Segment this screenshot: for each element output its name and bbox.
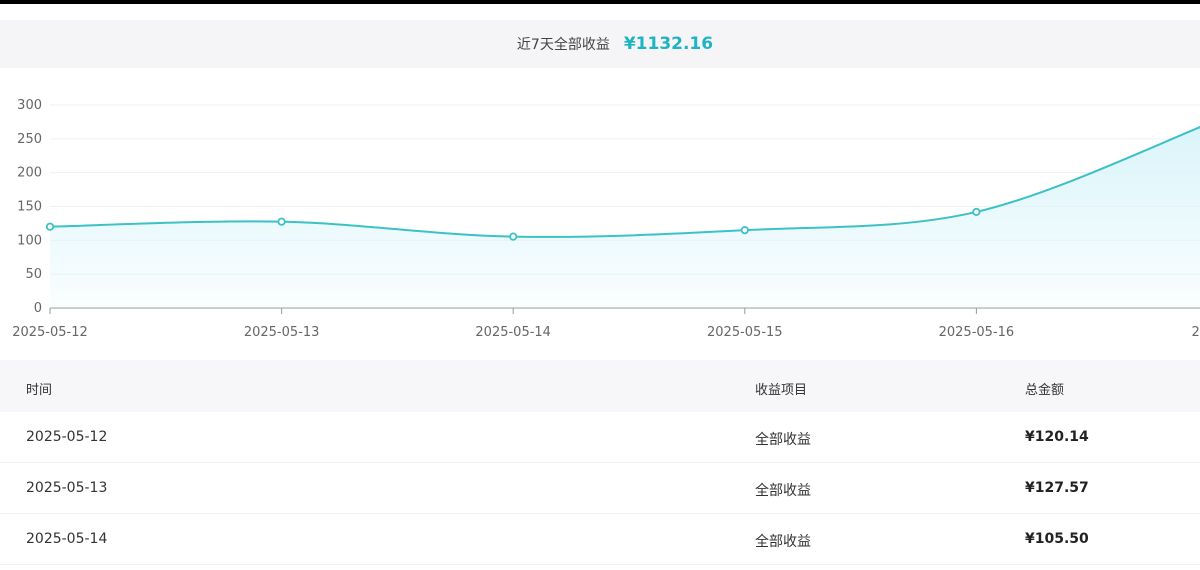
y-tick-label: 200 <box>17 166 42 181</box>
x-tick-label: 2025-05-12 <box>12 325 88 340</box>
header-item: 收益项目 <box>755 383 808 398</box>
summary-amount: ¥1132.16 <box>623 34 714 54</box>
row-item: 全部收益 <box>755 432 811 448</box>
x-tick-label: 2025 <box>1191 325 1200 340</box>
data-point <box>277 217 286 226</box>
x-tick-label: 2025-05-15 <box>707 325 783 340</box>
top-bar <box>0 0 1200 4</box>
earnings-summary: 近7天全部收益 ¥1132.16 <box>0 20 1200 68</box>
x-tick-label: 2025-05-16 <box>939 325 1015 340</box>
row-total: ¥105.50 <box>1025 531 1089 547</box>
data-point <box>509 232 518 241</box>
y-tick-label: 0 <box>34 301 42 316</box>
row-total: ¥127.57 <box>1025 480 1089 496</box>
earnings-chart: 0 50 100 150 200 250 300 2025-05-12 2025-05-13 20… <box>12 98 1200 340</box>
row-time: 2025-05-12 <box>26 429 108 445</box>
y-tick-label: 150 <box>17 200 42 215</box>
y-tick-label: 300 <box>17 98 42 113</box>
table-row[interactable]: 2025-05-14 全部收益 ¥105.50 <box>0 514 1200 565</box>
table-header: 时间 收益项目 总金额 <box>0 360 1200 412</box>
x-tick-label: 2025-05-13 <box>244 325 320 340</box>
y-tick-label: 50 <box>25 267 42 282</box>
row-item: 全部收益 <box>755 534 811 550</box>
y-tick-label: 250 <box>17 132 42 147</box>
x-tick-label: 2025-05-14 <box>475 325 551 340</box>
data-point <box>45 222 55 231</box>
earnings-table: 时间 收益项目 总金额 2025-05-12 全部收益 ¥120.14 2025… <box>0 360 1200 570</box>
row-time: 2025-05-14 <box>26 531 108 547</box>
row-item: 全部收益 <box>755 483 811 499</box>
y-tick-label: 100 <box>17 233 42 248</box>
table-row[interactable]: 2025-05-13 全部收益 ¥127.57 <box>0 463 1200 514</box>
row-total: ¥120.14 <box>1025 429 1089 445</box>
summary-label: 近7天全部收益 <box>516 37 610 53</box>
row-time: 2025-05-13 <box>26 480 108 496</box>
header-time: 时间 <box>26 383 53 398</box>
area-fill <box>50 127 1200 308</box>
data-point <box>740 226 749 235</box>
header-total: 总金额 <box>1025 383 1065 398</box>
table-row[interactable]: 2025-05-12 全部收益 ¥120.14 <box>0 412 1200 463</box>
data-point <box>972 207 981 217</box>
